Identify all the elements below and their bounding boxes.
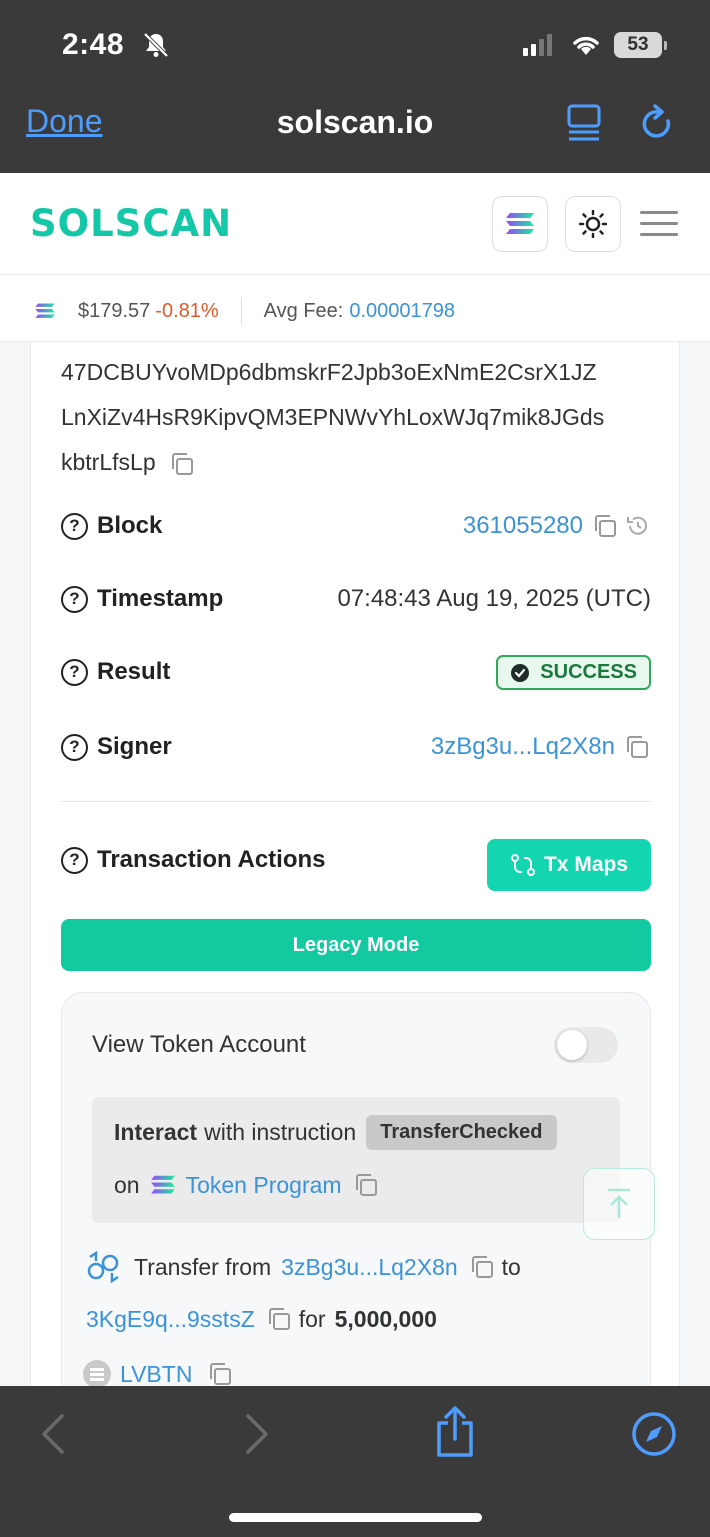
- block-value-row: 361055280: [463, 512, 651, 540]
- divider: [240, 297, 242, 325]
- sol-price: $179.57: [78, 299, 151, 322]
- status-text: SUCCESS: [540, 661, 637, 683]
- site-address[interactable]: solscan.io: [0, 104, 710, 141]
- result-label-text: Result: [97, 658, 171, 685]
- browser-top-bar: 2:48 53 Done solscan.io: [0, 0, 710, 173]
- instruction-tag: TransferChecked: [366, 1115, 557, 1150]
- check-circle-icon: [511, 663, 530, 682]
- sol-price-change: -0.81%: [155, 299, 219, 322]
- legacy-mode-button[interactable]: Legacy Mode: [61, 919, 651, 971]
- signature-line: kbtrLfsLp: [61, 440, 661, 485]
- battery-indicator: 53: [614, 32, 667, 58]
- on-text: on: [114, 1171, 140, 1198]
- silent-bell-icon: [143, 32, 169, 58]
- transaction-actions-label: ? Transaction Actions: [61, 846, 326, 874]
- copy-icon[interactable]: [265, 1305, 293, 1333]
- copy-icon[interactable]: [468, 1253, 496, 1281]
- timestamp-label: ? Timestamp: [61, 585, 223, 613]
- tx-maps-label: Tx Maps: [543, 853, 629, 876]
- block-label: ? Block: [61, 512, 162, 540]
- help-icon[interactable]: ?: [61, 658, 88, 686]
- tx-maps-button[interactable]: Tx Maps: [487, 839, 651, 891]
- help-icon[interactable]: ?: [61, 512, 88, 540]
- signer-label-text: Signer: [97, 733, 172, 760]
- solana-icon: [506, 213, 534, 234]
- history-icon[interactable]: [625, 513, 651, 539]
- sun-icon: [579, 210, 607, 238]
- signature-line-end: kbtrLfsLp: [61, 449, 156, 475]
- transaction-actions-title: Transaction Actions: [97, 846, 326, 873]
- status-badge: SUCCESS: [496, 655, 651, 690]
- interact-label: Interact: [114, 1119, 198, 1145]
- network-selector-button[interactable]: [492, 196, 548, 252]
- theme-toggle-button[interactable]: [565, 196, 621, 252]
- instruction-line: Interact with instruction TransferChecke…: [114, 1115, 557, 1150]
- arrow-up-icon: [608, 1188, 630, 1218]
- result-value-row: SUCCESS: [496, 655, 651, 690]
- copy-icon[interactable]: [352, 1171, 380, 1199]
- cellular-signal-icon: [523, 34, 552, 56]
- token-icon: [83, 1360, 111, 1386]
- instruction-panel: View Token Account Interact with instruc…: [61, 992, 651, 1386]
- signer-value-row: 3zBg3u...Lq2X8n: [431, 733, 651, 761]
- solscan-logo[interactable]: SOLSCAN: [30, 202, 232, 245]
- price-bar: $179.57 -0.81% Avg Fee: 0.00001798: [0, 276, 710, 342]
- avg-fee-value: 0.00001798: [349, 299, 456, 322]
- instruction-summary: Interact with instruction TransferChecke…: [92, 1097, 620, 1223]
- transfer-line: 3KgE9q...9sstsZ for 5,000,000: [86, 1305, 437, 1333]
- help-icon[interactable]: ?: [61, 846, 88, 874]
- share-icon[interactable]: [433, 1405, 477, 1459]
- solana-icon: [35, 303, 55, 318]
- home-indicator: [229, 1513, 482, 1522]
- copy-icon[interactable]: [591, 512, 619, 540]
- copy-icon[interactable]: [206, 1360, 234, 1386]
- to-text: to: [501, 1253, 521, 1280]
- block-link[interactable]: 361055280: [463, 512, 583, 540]
- menu-icon[interactable]: [640, 211, 678, 244]
- reader-view-icon[interactable]: [566, 104, 602, 142]
- token-link[interactable]: LVBTN: [120, 1361, 192, 1387]
- route-icon: [510, 854, 535, 876]
- signer-link[interactable]: 3zBg3u...Lq2X8n: [431, 733, 615, 761]
- signer-label: ? Signer: [61, 733, 172, 761]
- copy-icon[interactable]: [168, 450, 196, 478]
- compass-icon[interactable]: [630, 1410, 678, 1458]
- scroll-to-top-button[interactable]: [583, 1168, 655, 1240]
- transfer-from-text: Transfer from: [134, 1253, 272, 1280]
- program-link[interactable]: Token Program: [186, 1172, 342, 1199]
- timestamp-value: 07:48:43 Aug 19, 2025 (UTC): [337, 585, 651, 612]
- transfer-line: Transfer from 3zBg3u...Lq2X8n to: [86, 1249, 521, 1285]
- reload-icon[interactable]: [640, 104, 676, 144]
- from-address-link[interactable]: 3zBg3u...Lq2X8n: [281, 1254, 457, 1281]
- back-icon[interactable]: [38, 1413, 68, 1455]
- view-token-account-label: View Token Account: [92, 1031, 306, 1058]
- signature-value: 47DCBUYvoMDp6dbmskrF2Jpb3oExNmE2CsrX1JZ …: [61, 350, 661, 485]
- divider: [61, 801, 651, 802]
- copy-icon[interactable]: [623, 733, 651, 761]
- help-icon[interactable]: ?: [61, 733, 88, 761]
- signature-line: 47DCBUYvoMDp6dbmskrF2Jpb3oExNmE2CsrX1JZ: [61, 359, 597, 385]
- for-text: for: [298, 1305, 326, 1332]
- transfer-icon: [87, 1250, 119, 1284]
- forward-icon[interactable]: [242, 1413, 272, 1455]
- help-icon[interactable]: ?: [61, 585, 88, 613]
- wifi-icon: [573, 36, 599, 55]
- interact-text: with instruction: [204, 1119, 357, 1145]
- status-time: 2:48: [62, 28, 125, 61]
- result-label: ? Result: [61, 658, 170, 686]
- program-line: on Token Program: [114, 1171, 380, 1199]
- token-line: LVBTN: [82, 1359, 234, 1386]
- signature-line: LnXiZv4HsR9KipvQM3EPNWvYhLoxWJq7mik8JGds: [61, 404, 605, 430]
- timestamp-label-text: Timestamp: [97, 585, 224, 612]
- avg-fee-label: Avg Fee:: [263, 299, 344, 322]
- block-label-text: Block: [97, 512, 163, 539]
- to-address-link[interactable]: 3KgE9q...9sstsZ: [86, 1306, 255, 1333]
- transfer-amount: 5,000,000: [334, 1305, 437, 1332]
- solana-icon: [150, 1175, 175, 1194]
- view-token-account-toggle[interactable]: [554, 1027, 618, 1063]
- status-indicators: 53: [522, 32, 667, 58]
